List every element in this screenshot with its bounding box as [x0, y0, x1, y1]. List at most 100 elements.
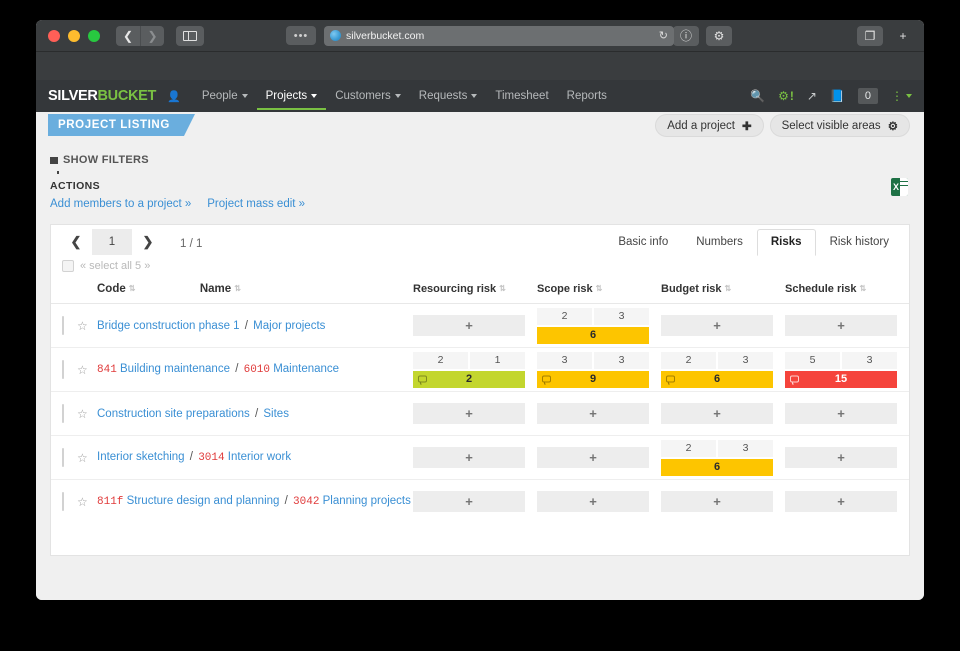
scope-risk-cell[interactable]: + — [537, 480, 661, 524]
row-checkbox[interactable] — [62, 492, 64, 511]
budget-risk-cell[interactable]: + — [661, 392, 785, 436]
resourcing-risk-cell[interactable]: + — [413, 392, 537, 436]
scope-risk-cell[interactable]: 236 — [537, 304, 661, 348]
address-bar[interactable]: silverbucket.com ↻ — [324, 26, 674, 46]
tab-overview-icon[interactable]: ❐ — [857, 26, 883, 46]
budget-risk-cell[interactable]: + — [661, 304, 785, 348]
favorite-cell[interactable]: ☆ — [77, 480, 95, 524]
th-resourcing-risk[interactable]: Resourcing risk⇅ — [413, 277, 537, 304]
add-risk-button[interactable]: + — [785, 315, 897, 336]
parent-name-link[interactable]: Maintenance — [273, 363, 339, 375]
tab-risks[interactable]: Risks — [757, 229, 816, 256]
risk-widget[interactable]: 236 — [537, 308, 649, 344]
add-risk-button[interactable]: + — [785, 447, 897, 468]
row-checkbox[interactable] — [62, 360, 64, 379]
risk-widget[interactable]: 339 — [537, 352, 649, 388]
sidebar-icon[interactable] — [176, 26, 204, 46]
scope-risk-cell[interactable]: + — [537, 436, 661, 480]
favorite-cell[interactable]: ☆ — [77, 436, 95, 480]
vertical-dots-icon[interactable]: ⋮ — [891, 89, 912, 103]
forward-icon[interactable]: ❯ — [140, 26, 164, 46]
table-row[interactable]: ☆811f Structure design and planning / 30… — [51, 480, 909, 524]
select-visible-areas-button[interactable]: Select visible areas ⚙ — [770, 114, 910, 137]
next-page-button[interactable]: ❯ — [132, 229, 164, 255]
sort-icon[interactable]: ⇅ — [499, 284, 506, 293]
sort-icon[interactable]: ⇅ — [860, 284, 867, 293]
risk-widget[interactable]: 236 — [661, 352, 773, 388]
budget-risk-cell[interactable]: 236 — [661, 348, 785, 392]
back-icon[interactable]: ❮ — [116, 26, 140, 46]
sort-icon[interactable]: ⇅ — [596, 284, 603, 293]
row-checkbox-cell[interactable] — [51, 304, 77, 348]
tab-numbers[interactable]: Numbers — [682, 229, 757, 255]
smart-search-dots-icon[interactable]: ••• — [286, 26, 316, 45]
risk-probability[interactable]: 3 — [537, 352, 592, 369]
favorite-cell[interactable]: ☆ — [77, 392, 95, 436]
table-row[interactable]: ☆841 Building maintenance / 6010 Mainten… — [51, 348, 909, 392]
star-icon[interactable]: ☆ — [77, 319, 88, 333]
gear-icon[interactable]: ⚙ — [706, 26, 732, 46]
reload-icon[interactable]: ↻ — [659, 29, 668, 42]
nav-item-requests[interactable]: Requests — [410, 82, 487, 110]
table-row[interactable]: ☆Bridge construction phase 1 / Major pro… — [51, 304, 909, 348]
select-all-row[interactable]: « select all 5 » — [51, 255, 909, 277]
favorite-cell[interactable]: ☆ — [77, 304, 95, 348]
silverbucket-logo[interactable]: SILVERBUCKET — [48, 88, 156, 104]
new-tab-button[interactable]: + — [890, 26, 916, 46]
info-icon[interactable]: ⓘ — [673, 26, 699, 46]
external-link-icon[interactable]: ↗ — [807, 89, 817, 103]
risk-probability[interactable]: 2 — [413, 352, 468, 369]
schedule-risk-cell[interactable]: 5315 — [785, 348, 909, 392]
add-project-button[interactable]: Add a project ✚ — [655, 114, 763, 137]
tab-basic-info[interactable]: Basic info — [604, 229, 682, 255]
current-page[interactable]: 1 — [92, 229, 132, 255]
person-icon[interactable]: 👤 — [167, 90, 181, 103]
close-window-button[interactable] — [48, 30, 60, 42]
parent-name-link[interactable]: Interior work — [228, 451, 291, 463]
add-risk-button[interactable]: + — [413, 491, 525, 512]
tab-risk-history[interactable]: Risk history — [816, 229, 903, 255]
parent-name-link[interactable]: Planning projects — [323, 495, 411, 507]
star-icon[interactable]: ☆ — [77, 495, 88, 509]
budget-risk-cell[interactable]: 236 — [661, 436, 785, 480]
scope-risk-cell[interactable]: 339 — [537, 348, 661, 392]
risk-impact[interactable]: 3 — [718, 440, 773, 457]
add-risk-button[interactable]: + — [413, 315, 525, 336]
schedule-risk-cell[interactable]: + — [785, 480, 909, 524]
row-checkbox[interactable] — [62, 316, 64, 335]
prev-page-button[interactable]: ❮ — [60, 229, 92, 255]
budget-risk-cell[interactable]: + — [661, 480, 785, 524]
risk-impact[interactable]: 1 — [470, 352, 525, 369]
risk-impact[interactable]: 3 — [594, 308, 649, 325]
project-name-link[interactable]: Bridge construction phase 1 — [97, 320, 240, 332]
row-checkbox-cell[interactable] — [51, 436, 77, 480]
notification-badge[interactable]: 0 — [858, 88, 878, 104]
star-icon[interactable]: ☆ — [77, 407, 88, 421]
project-name-link[interactable]: Construction site preparations — [97, 408, 250, 420]
nav-item-timesheet[interactable]: Timesheet — [486, 82, 557, 110]
parent-name-link[interactable]: Major projects — [253, 320, 325, 332]
schedule-risk-cell[interactable]: + — [785, 304, 909, 348]
risk-probability[interactable]: 2 — [537, 308, 592, 325]
th-code-name[interactable]: Code⇅ Name⇅ — [95, 277, 413, 304]
risk-probability[interactable]: 2 — [661, 440, 716, 457]
row-checkbox-cell[interactable] — [51, 392, 77, 436]
th-budget-risk[interactable]: Budget risk⇅ — [661, 277, 785, 304]
add-risk-button[interactable]: + — [661, 403, 773, 424]
risk-impact[interactable]: 3 — [594, 352, 649, 369]
table-row[interactable]: ☆Interior sketching / 3014 Interior work… — [51, 436, 909, 480]
add-members-link[interactable]: Add members to a project » — [50, 198, 191, 210]
add-risk-button[interactable]: + — [537, 403, 649, 424]
table-row[interactable]: ☆Construction site preparations / Sites+… — [51, 392, 909, 436]
favorite-cell[interactable]: ☆ — [77, 348, 95, 392]
risk-score-bar[interactable]: 2 — [413, 371, 525, 388]
sort-icon[interactable]: ⇅ — [725, 284, 732, 293]
project-name-link[interactable]: Building maintenance — [120, 363, 230, 375]
resourcing-risk-cell[interactable]: + — [413, 304, 537, 348]
risk-score-bar[interactable]: 6 — [661, 371, 773, 388]
add-risk-button[interactable]: + — [537, 447, 649, 468]
add-risk-button[interactable]: + — [413, 447, 525, 468]
browser-nav-buttons[interactable]: ❮ ❯ — [116, 26, 164, 46]
project-name-link[interactable]: Structure design and planning — [127, 495, 280, 507]
nav-item-people[interactable]: People — [193, 82, 257, 110]
